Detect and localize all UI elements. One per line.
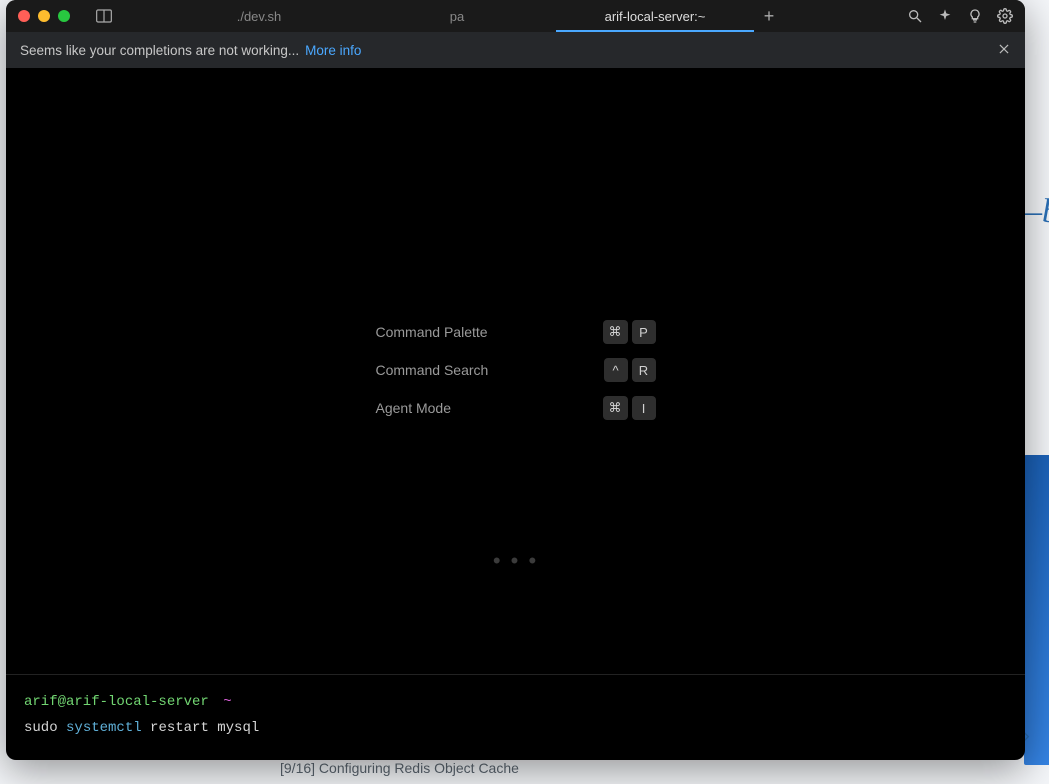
- close-icon[interactable]: [997, 42, 1011, 59]
- command-line[interactable]: sudo systemctl restart mysql: [24, 715, 1007, 742]
- prompt-user-host: arif@arif-local-server: [24, 694, 209, 710]
- notice-link[interactable]: More info: [305, 43, 361, 58]
- split-pane-icon[interactable]: [96, 9, 112, 23]
- ellipsis-indicator: • • •: [493, 548, 538, 574]
- shortcut-command-palette: Command Palette ⌘ P: [376, 320, 656, 344]
- prompt-area[interactable]: arif@arif-local-server ~ sudo systemctl …: [6, 674, 1025, 760]
- background-graphic: [1024, 455, 1049, 765]
- key-cmd: ⌘: [603, 396, 628, 420]
- cmd-args: restart mysql: [150, 720, 259, 736]
- notice-bar: Seems like your completions are not work…: [6, 32, 1025, 68]
- cmd-sudo: sudo: [24, 720, 58, 736]
- background-status-text: [9/16] Configuring Redis Object Cache: [280, 760, 519, 776]
- close-window-button[interactable]: [18, 10, 30, 22]
- key-i: I: [632, 396, 656, 420]
- tab-dev-sh[interactable]: ./dev.sh: [160, 0, 358, 32]
- key-p: P: [632, 320, 656, 344]
- cmd-systemctl: systemctl: [66, 720, 142, 736]
- sparkle-icon[interactable]: [937, 8, 953, 24]
- key-cmd: ⌘: [603, 320, 628, 344]
- shortcut-hints: Command Palette ⌘ P Command Search ^ R A…: [376, 320, 656, 434]
- lightbulb-icon[interactable]: [967, 8, 983, 24]
- terminal-window: ./dev.sh pa arif-local-server:~ + Seems …: [6, 0, 1025, 760]
- key-r: R: [632, 358, 656, 382]
- terminal-body[interactable]: Command Palette ⌘ P Command Search ^ R A…: [6, 68, 1025, 674]
- titlebar-actions: [907, 8, 1013, 24]
- notice-text: Seems like your completions are not work…: [20, 43, 299, 58]
- shortcut-label: Command Search: [376, 362, 489, 378]
- shortcut-label: Agent Mode: [376, 400, 452, 416]
- search-icon[interactable]: [907, 8, 923, 24]
- shortcut-label: Command Palette: [376, 324, 488, 340]
- titlebar: ./dev.sh pa arif-local-server:~ +: [6, 0, 1025, 32]
- add-tab-button[interactable]: +: [754, 6, 784, 27]
- gear-icon[interactable]: [997, 8, 1013, 24]
- minimize-window-button[interactable]: [38, 10, 50, 22]
- maximize-window-button[interactable]: [58, 10, 70, 22]
- prompt-line: arif@arif-local-server ~: [24, 689, 1007, 716]
- shortcut-command-search: Command Search ^ R: [376, 358, 656, 382]
- window-controls: [18, 10, 70, 22]
- background-text-right: –b: [1025, 193, 1049, 231]
- tab-pa[interactable]: pa: [358, 0, 556, 32]
- shortcut-agent-mode: Agent Mode ⌘ I: [376, 396, 656, 420]
- tab-bar: ./dev.sh pa arif-local-server:~ +: [160, 0, 899, 32]
- tab-arif-local-server[interactable]: arif-local-server:~: [556, 0, 754, 32]
- key-ctrl: ^: [604, 358, 628, 382]
- prompt-path: ~: [223, 694, 231, 710]
